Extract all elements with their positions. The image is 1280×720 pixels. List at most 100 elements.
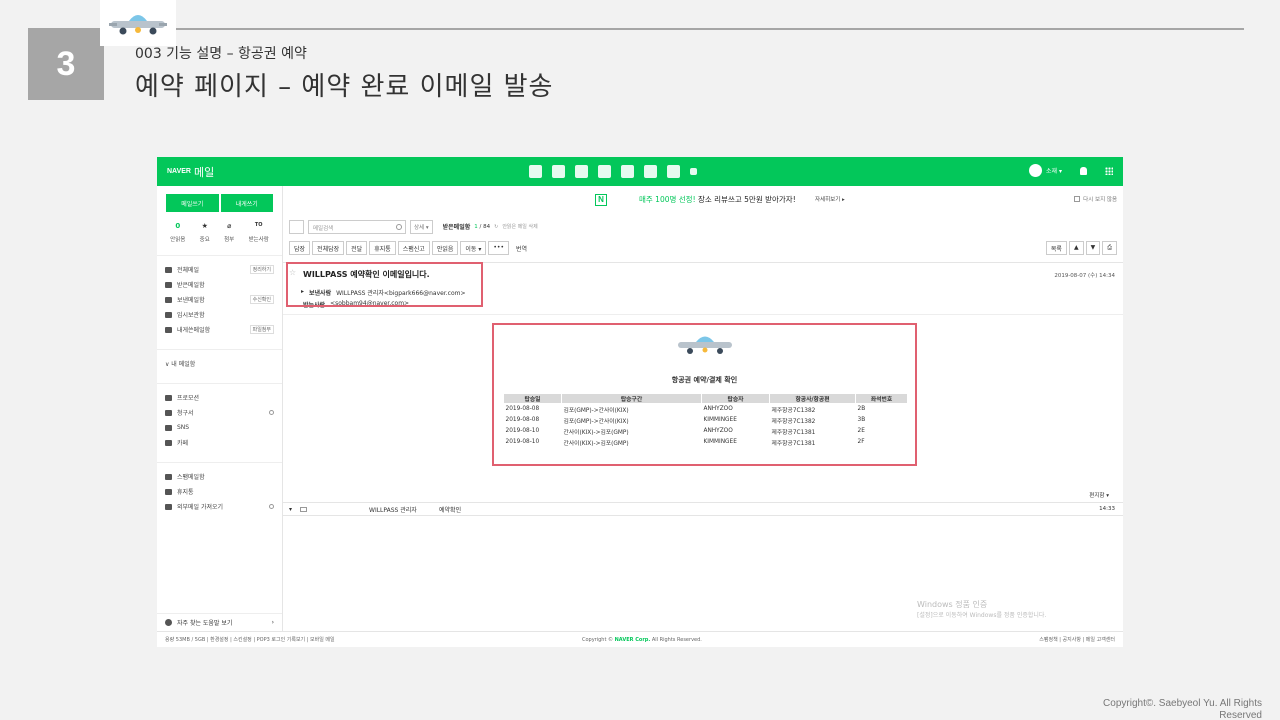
translate-button[interactable]: 번역	[511, 242, 532, 255]
grid-icon[interactable]	[1105, 166, 1113, 175]
slide: 3 003 기능 설명 – 항공권 예약 예약 페이지 – 예약 완료 이메일 …	[0, 0, 1280, 720]
compose-button[interactable]: 메일쓰기	[166, 194, 219, 212]
folder-external[interactable]: 외부메일 가져오기	[157, 499, 282, 514]
prev-icon[interactable]: ▲	[1068, 241, 1084, 255]
trash-icon	[165, 488, 172, 495]
more-icon[interactable]	[690, 168, 697, 175]
write-to-me-button[interactable]: 내게쓰기	[220, 194, 273, 212]
folder-select[interactable]: 편지함 ▾	[1089, 491, 1109, 499]
list-nav: 목록 ▲ ▼ ⎙	[1045, 241, 1117, 255]
memo-icon[interactable]	[644, 165, 657, 178]
list-button[interactable]: 목록	[1045, 241, 1067, 255]
cafe-icon	[165, 439, 172, 446]
folder-promotion[interactable]: 프로모션	[157, 390, 282, 405]
global-nav-bar: NAVER 메일 소재 ▾	[157, 157, 1123, 186]
folder-bills[interactable]: 청구서	[157, 405, 282, 420]
gnb-right: 소재 ▾	[1029, 164, 1113, 177]
home-icon[interactable]	[667, 165, 680, 178]
windows-activation-watermark: Windows 정품 인증 [설정]으로 이동하여 Windows를 정품 인증…	[917, 600, 1047, 619]
list-subject[interactable]: 예약확인	[439, 505, 461, 514]
reply-all-button[interactable]: 전체답장	[312, 241, 345, 255]
slide-title: 예약 페이지 – 예약 완료 이메일 발송	[135, 72, 554, 102]
folder-spam[interactable]: 스팸메일함	[157, 469, 282, 484]
folder-sns[interactable]: SNS	[157, 420, 282, 435]
folder-sent[interactable]: 보낸메일함 수신확인	[157, 292, 282, 307]
detail-search-button[interactable]: 상세 ▾	[410, 219, 433, 234]
filter-attachment[interactable]: ⌀ 첨부	[224, 222, 234, 243]
attachment-button[interactable]: 파일첨부	[249, 325, 274, 334]
my-folders: ∨ 내 메일함	[157, 349, 282, 371]
bell-icon[interactable]	[1080, 166, 1087, 175]
hide-checkbox[interactable]	[1074, 196, 1081, 202]
footer-links-left[interactable]: 용량 53MB / 5GB | 환경설정 | 스킨설정 | POP3 로그인 기…	[165, 636, 335, 643]
banner-detail-link[interactable]: 자세히보기 ▸	[815, 195, 845, 203]
calendar-icon[interactable]	[552, 165, 565, 178]
folder-drafts[interactable]: 임시보관함	[157, 307, 282, 322]
delete-unread-link[interactable]: 안읽은 메일 삭제	[502, 223, 537, 230]
refresh-icon[interactable]: ↻	[494, 224, 498, 230]
mail-app-name[interactable]: 메일	[194, 164, 214, 180]
list-icon[interactable]	[575, 165, 588, 178]
folder-to-me[interactable]: 내게쓴메일함 파일첨부	[157, 322, 282, 337]
search-toolbar: 메일검색 상세 ▾ 받은메일함 1 / 84 ↻ 안읽은 메일 삭제	[289, 219, 1117, 234]
next-icon[interactable]: ▼	[1085, 241, 1101, 255]
help-link[interactable]: 자주 찾는 도움말 보기 ›	[157, 613, 282, 631]
search-icon[interactable]	[396, 223, 402, 230]
bill-icon	[165, 409, 172, 416]
gear-icon[interactable]	[269, 410, 274, 415]
print-icon[interactable]: ⎙	[1102, 241, 1117, 255]
mail-header: ☆ WILLPASS 예약확인 이메일입니다. 2019-08-07 (수) 1…	[283, 262, 1123, 314]
drafts-icon	[165, 311, 172, 318]
gear-icon[interactable]	[269, 504, 274, 509]
user-name: 소재 ▾	[1046, 168, 1062, 175]
banner-text: 장소 리뷰쓰고 5만원 받아가자!	[695, 195, 796, 204]
folder-inbox[interactable]: 받은메일함	[157, 277, 282, 292]
spam-report-button[interactable]: 스팸신고	[397, 241, 430, 255]
folder-trash[interactable]: 휴지통	[157, 484, 282, 499]
slide-copyright: Copyright©. Saebyeol Yu. All Rights Rese…	[1103, 698, 1262, 720]
banner-hide[interactable]: 다시 보지 않음	[1074, 195, 1117, 203]
sent-icon	[165, 296, 172, 303]
reply-button[interactable]: 답장	[289, 241, 311, 255]
header-rule	[176, 28, 1244, 30]
hamburger-icon[interactable]	[289, 219, 304, 234]
highlight-box-body	[492, 323, 917, 466]
filter-unread[interactable]: 0 안읽음	[170, 222, 185, 243]
paperclip-icon: ⌀	[227, 222, 232, 230]
read-receipt-button[interactable]: 수신확인	[249, 295, 274, 304]
current-folder: 받은메일함	[442, 224, 471, 231]
search-input[interactable]: 메일검색	[308, 219, 406, 234]
folder-all[interactable]: 전체메일 정리하기	[157, 262, 282, 277]
filter-important[interactable]: ★ 중요	[200, 222, 210, 243]
envelope-icon	[300, 506, 308, 512]
mail-list-item[interactable]: ▾ WILLPASS 관리자 예약확인 14:33	[283, 502, 1123, 516]
to-me-icon	[165, 326, 172, 333]
avatar	[1029, 164, 1043, 177]
mark-unread-button[interactable]: 안읽음	[431, 241, 459, 255]
gift-icon	[165, 394, 172, 401]
all-mail-icon	[165, 266, 172, 273]
service-icons	[529, 165, 697, 178]
naver-n-icon: N	[595, 194, 607, 206]
promo-banner[interactable]: N 매주 100명 선정! 장소 리뷰쓰고 5만원 받아가자! 자세히보기 ▸ …	[283, 186, 1123, 212]
mail-screenshot: NAVER 메일 소재 ▾ 메일쓰기 내게쓰기 0 안읽음 ★ 중요 ⌀ 첨부 …	[157, 157, 1123, 647]
more-button[interactable]: •••	[488, 241, 509, 255]
delete-button[interactable]: 휴지통	[369, 241, 396, 255]
slide-subtitle: 003 기능 설명 – 항공권 예약	[135, 46, 307, 62]
forward-button[interactable]: 전달	[346, 241, 368, 255]
help-icon	[165, 619, 172, 626]
my-folder-toggle[interactable]: ∨ 내 메일함	[157, 356, 282, 371]
mail-icon[interactable]	[529, 165, 542, 178]
folder-cafe[interactable]: 카페	[157, 435, 282, 450]
footer-links-right[interactable]: 스팸정책 | 공지사항 | 메일 고객센터	[1039, 636, 1115, 643]
organize-button[interactable]: 정리하기	[249, 265, 274, 274]
highlight-box-header	[286, 262, 483, 307]
move-button[interactable]: 이동 ▾	[460, 241, 487, 255]
expand-icon[interactable]: ▾	[289, 506, 292, 513]
filter-to-me[interactable]: TO 받는사람	[249, 222, 269, 243]
naver-logo[interactable]: NAVER	[167, 168, 191, 175]
contacts-icon[interactable]	[598, 165, 611, 178]
cloud-icon[interactable]	[621, 165, 634, 178]
smart-folders: 프로모션 청구서 SNS 카페	[157, 383, 282, 450]
user-menu[interactable]: 소재 ▾	[1029, 164, 1062, 177]
